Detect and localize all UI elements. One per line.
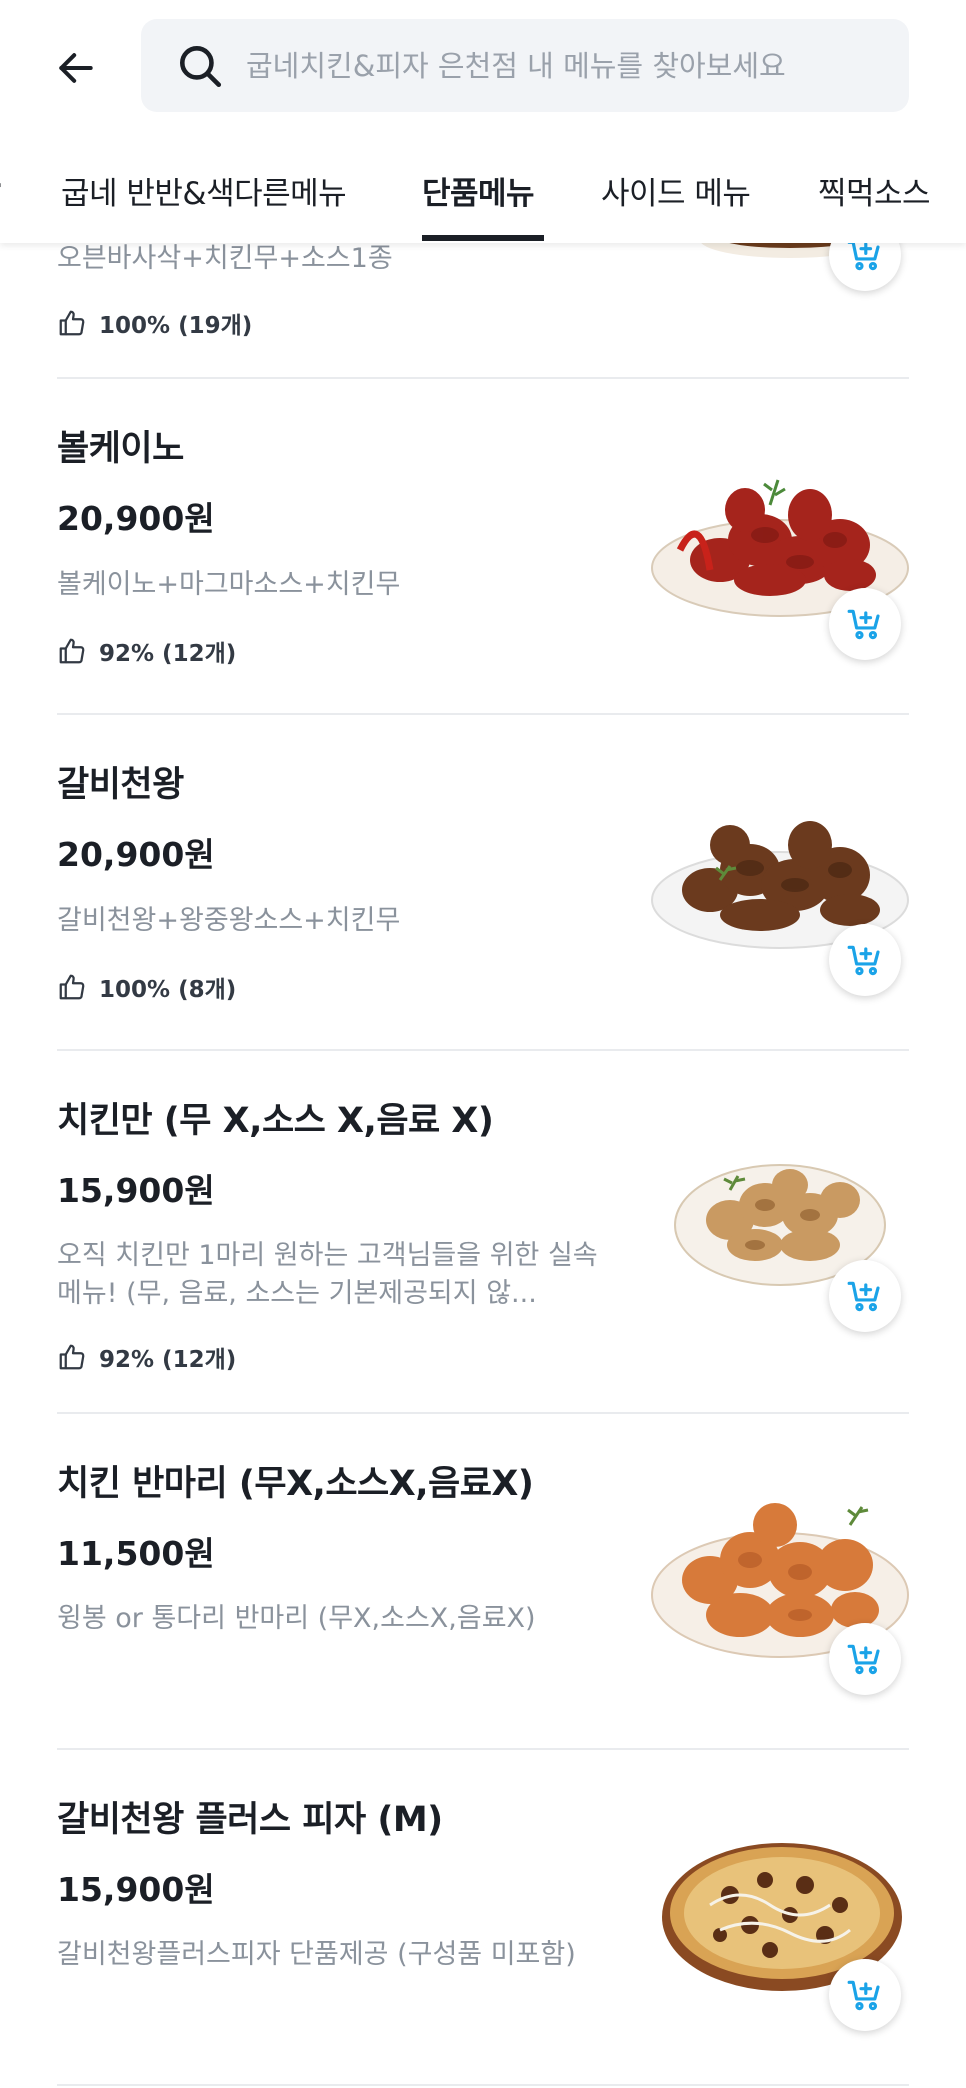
divider <box>57 1748 909 1750</box>
cart-plus-icon <box>847 609 880 640</box>
tab-dipping-sauce[interactable]: 찍먹소스 <box>818 168 931 213</box>
item-description: 오븐바사삭+치킨무+소스1종 <box>57 243 393 274</box>
back-arrow-icon <box>59 53 93 83</box>
divider <box>57 1412 909 1414</box>
item-price: 11,500원 <box>57 1534 215 1573</box>
tab-scroll-fragment: ⋅ <box>0 168 4 204</box>
item-description: 갈비천왕플러스피자 단품제공 (구성품 미포함) <box>57 1939 576 1970</box>
rating-text: 100% (8개) <box>99 977 237 1003</box>
divider <box>57 2084 909 2086</box>
rating-text: 92% (12개) <box>99 1347 237 1373</box>
add-to-cart-button[interactable] <box>829 1623 901 1695</box>
back-button[interactable] <box>50 42 102 94</box>
item-description: 윙봉 or 통다리 반마리 (무X,소스X,음료X) <box>57 1603 536 1634</box>
item-name: 볼케이노 <box>57 429 184 469</box>
add-to-cart-button[interactable] <box>829 1260 901 1332</box>
add-to-cart-button[interactable] <box>829 588 901 660</box>
thumbs-up-icon <box>57 635 89 667</box>
divider <box>57 1049 909 1051</box>
thumbs-up-icon <box>57 971 89 1003</box>
item-price: 20,900원 <box>57 499 215 538</box>
item-name: 치킨만 (무 X,소스 X,음료 X) <box>57 1101 494 1141</box>
item-description: 볼케이노+마그마소스+치킨무 <box>57 569 401 600</box>
item-name: 갈비천왕 플러스 피자 (M) <box>57 1800 443 1840</box>
cart-plus-icon <box>847 1980 880 2011</box>
rating-text: 100% (19개) <box>99 313 253 339</box>
item-price: 15,900원 <box>57 1171 215 1210</box>
item-rating: 92% (12개) <box>57 634 236 668</box>
cart-plus-icon <box>847 1644 880 1675</box>
app-header: ⋅ 굽네 반반&색다른메뉴 단품메뉴 사이드 메뉴 찍먹소스 <box>0 0 966 243</box>
item-description: 오직 치킨만 1마리 원하는 고객님들을 위한 실속메뉴! (무, 음료, 소스… <box>57 1240 598 1309</box>
category-tabs: ⋅ 굽네 반반&색다른메뉴 단품메뉴 사이드 메뉴 찍먹소스 <box>0 150 966 243</box>
rating-text: 92% (12개) <box>99 641 237 667</box>
search-bar[interactable] <box>141 19 909 112</box>
divider <box>57 377 909 379</box>
active-tab-indicator <box>422 235 544 241</box>
thumbs-up-icon <box>57 1341 89 1373</box>
item-rating: 100% (8개) <box>57 970 236 1004</box>
item-description: 갈비천왕+왕중왕소스+치킨무 <box>57 905 401 936</box>
item-price: 15,900원 <box>57 1870 215 1909</box>
cart-plus-icon <box>847 1281 880 1312</box>
add-to-cart-button[interactable] <box>829 924 901 996</box>
cart-plus-icon <box>847 945 880 976</box>
tab-half-half-menu[interactable]: 굽네 반반&색다른메뉴 <box>61 168 347 213</box>
search-input[interactable] <box>246 48 866 83</box>
item-name: 갈비천왕 <box>57 765 184 805</box>
search-icon <box>174 40 226 92</box>
add-to-cart-button[interactable] <box>829 1959 901 2031</box>
thumbs-up-icon <box>57 307 89 339</box>
tab-single-menu[interactable]: 단품메뉴 <box>422 168 535 213</box>
item-price: 20,900원 <box>57 835 215 874</box>
divider <box>57 713 909 715</box>
tab-side-menu[interactable]: 사이드 메뉴 <box>601 168 751 213</box>
item-rating: 92% (12개) <box>57 1340 236 1374</box>
item-rating: 100% (19개) <box>57 306 252 340</box>
item-name: 치킨 반마리 (무X,소스X,음료X) <box>57 1464 534 1504</box>
